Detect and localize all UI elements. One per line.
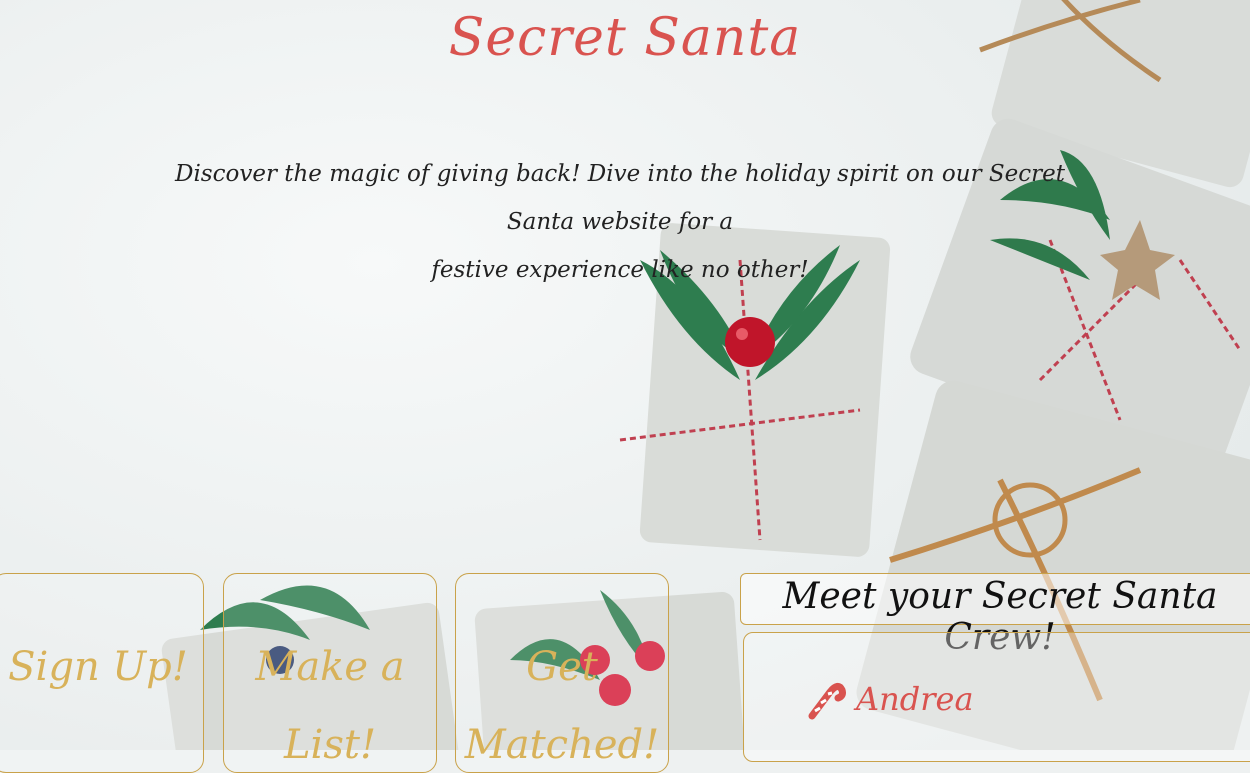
tagline-line-2: festive experience like no other! [431,257,809,283]
candy-cane-icon [808,683,846,720]
tagline-line-1: Discover the magic of giving back! Dive … [175,161,1065,235]
crew-member[interactable]: Andrea [804,678,974,720]
card-sign-up-label: Sign Up! [8,644,188,690]
card-make-a-list[interactable]: Make a List! [223,573,437,773]
tagline: Discover the magic of giving back! Dive … [160,150,1080,294]
card-sign-up[interactable]: Sign Up! [0,573,204,773]
card-make-a-list-label-2: List! [283,722,377,768]
card-get-matched[interactable]: Get Matched! [455,573,669,773]
crew-heading-box: Meet your Secret Santa Crew! [740,573,1250,658]
crew-panel: Andrea [743,632,1250,762]
card-get-matched-label-2: Matched! [464,722,660,768]
card-make-a-list-label-1: Make a [255,644,405,690]
crew-member-name: Andrea [856,680,974,718]
card-get-matched-label-1: Get [526,644,598,690]
page-title: Secret Santa [448,8,802,68]
